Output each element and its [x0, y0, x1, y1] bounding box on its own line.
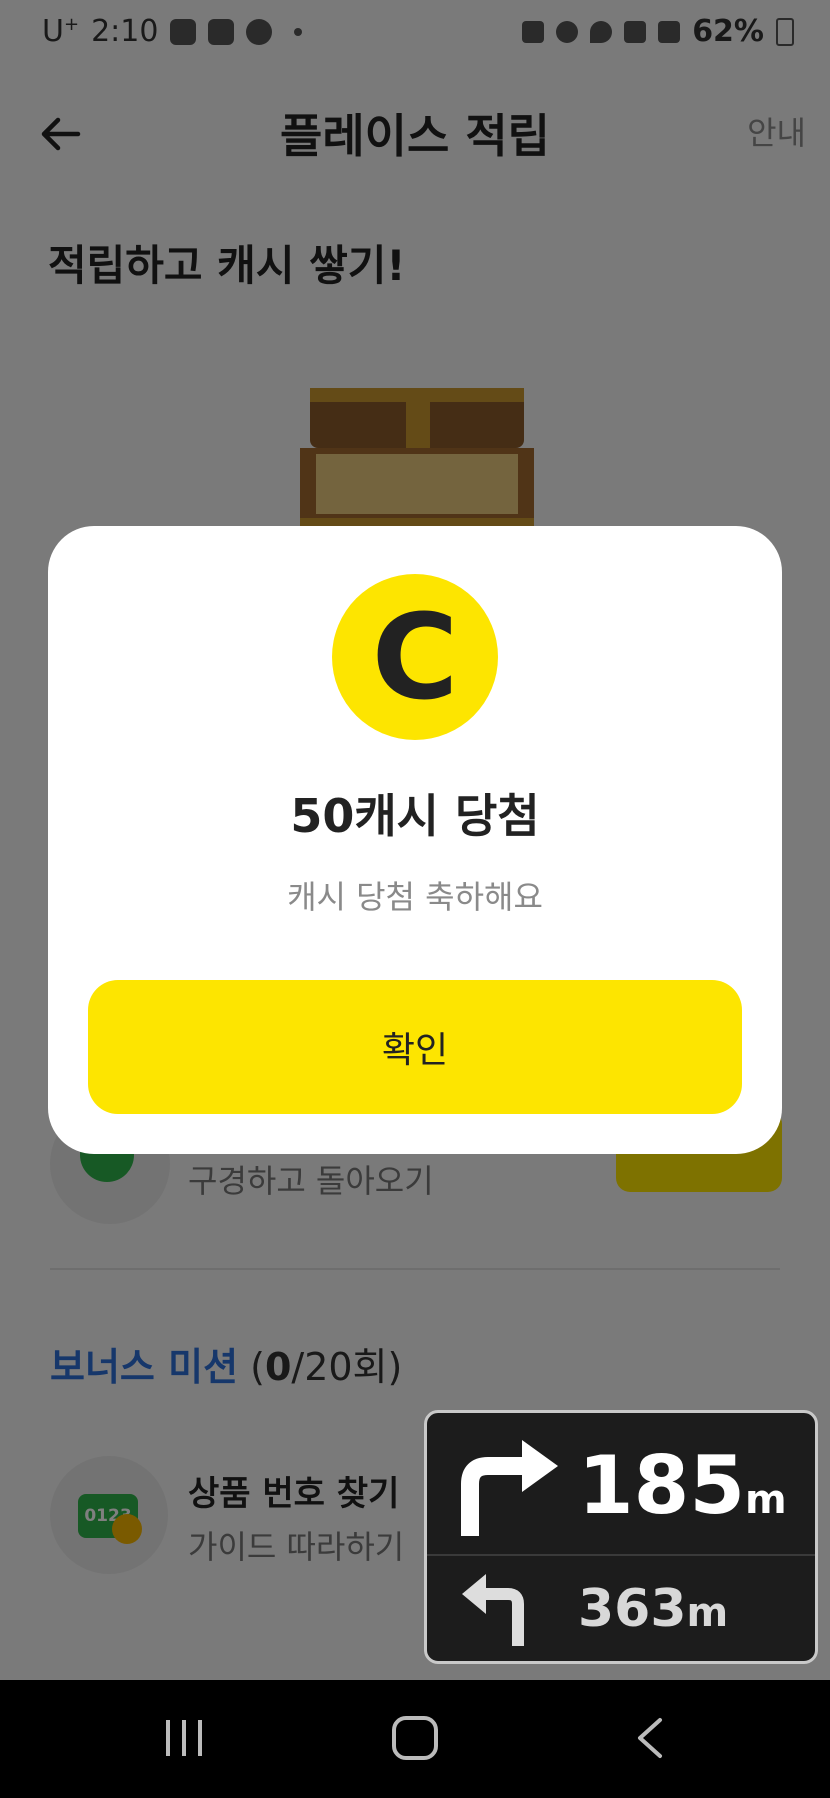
recent-apps-icon[interactable] [160, 1718, 208, 1758]
turn-left-arrow-icon [462, 1574, 524, 1646]
second-turn-distance: 363m [578, 1579, 729, 1639]
modal-subtitle: 캐시 당첨 축하해요 [287, 878, 543, 916]
back-icon[interactable] [632, 1716, 666, 1760]
confirm-button[interactable]: 확인 [88, 980, 742, 1114]
modal-title: 50캐시 당첨 [290, 789, 540, 843]
turn-right-arrow-icon [461, 1440, 558, 1536]
coin-letter: C [371, 588, 459, 726]
nav-divider [427, 1554, 815, 1556]
home-icon[interactable] [392, 1716, 438, 1760]
first-turn-distance: 185m [578, 1439, 787, 1532]
